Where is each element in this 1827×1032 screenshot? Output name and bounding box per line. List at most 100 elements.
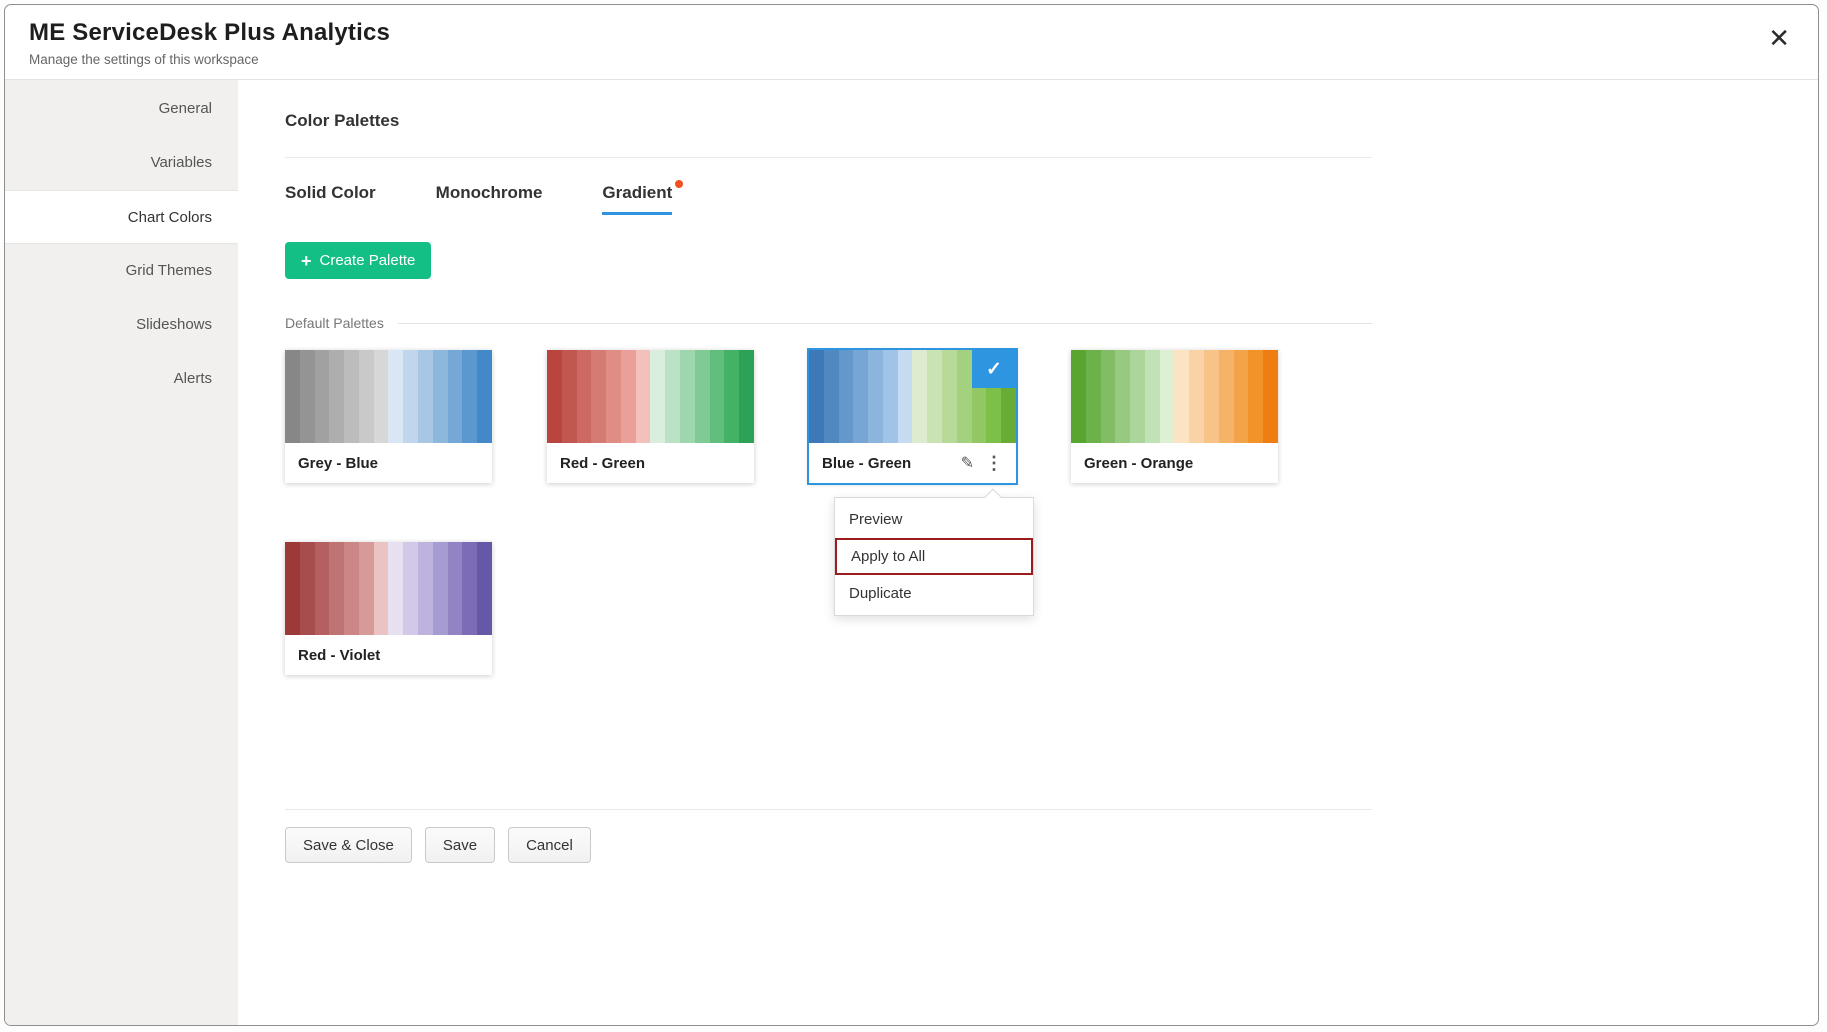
- color-stripe: [315, 350, 330, 443]
- color-stripe: [388, 350, 403, 443]
- palette-card-wrap: ✓Blue - Green✎⋮PreviewApply to AllDuplic…: [809, 350, 1016, 483]
- color-stripe: [1115, 350, 1130, 443]
- color-stripe: [418, 542, 433, 635]
- color-stripe: [1219, 350, 1234, 443]
- color-stripe: [477, 350, 492, 443]
- color-stripe: [329, 542, 344, 635]
- color-stripe: [374, 350, 389, 443]
- palette-type-tabs: Solid Color Monochrome Gradient: [285, 183, 1372, 215]
- menu-item-preview[interactable]: Preview: [835, 501, 1033, 538]
- default-palettes-label: Default Palettes: [285, 315, 384, 331]
- color-stripe: [1174, 350, 1189, 443]
- palette-card-blue-green[interactable]: ✓Blue - Green✎⋮: [809, 350, 1016, 483]
- color-stripe: [898, 350, 913, 443]
- tab-gradient[interactable]: Gradient: [602, 183, 672, 215]
- color-stripe: [591, 350, 606, 443]
- palette-label-row: Blue - Green✎⋮: [809, 443, 1016, 483]
- color-stripe: [739, 350, 754, 443]
- more-options-icon[interactable]: ⋮: [985, 453, 1003, 474]
- palette-card-wrap: Red - Violet: [285, 542, 492, 675]
- palette-card-red-green[interactable]: Red - Green: [547, 350, 754, 483]
- save-close-button[interactable]: Save & Close: [285, 827, 412, 863]
- color-stripe: [621, 350, 636, 443]
- color-stripe: [636, 350, 651, 443]
- color-stripe: [942, 350, 957, 443]
- color-stripe: [285, 350, 300, 443]
- color-stripe: [1204, 350, 1219, 443]
- sidebar-item-chart-colors[interactable]: Chart Colors: [5, 190, 238, 244]
- create-palette-button[interactable]: + Create Palette: [285, 242, 431, 279]
- sidebar: GeneralVariablesChart ColorsGrid ThemesS…: [5, 80, 238, 1025]
- palette-label-row: Red - Violet: [285, 635, 492, 675]
- tab-label: Gradient: [602, 183, 672, 202]
- color-stripe: [1145, 350, 1160, 443]
- palette-swatches: [547, 350, 754, 443]
- close-icon[interactable]: ✕: [1768, 25, 1790, 51]
- sidebar-item-grid-themes[interactable]: Grid Themes: [5, 244, 238, 298]
- sidebar-item-variables[interactable]: Variables: [5, 136, 238, 190]
- palette-name: Red - Green: [560, 455, 741, 472]
- color-stripe: [1086, 350, 1101, 443]
- tab-label: Solid Color: [285, 183, 376, 202]
- palette-name: Blue - Green: [822, 455, 961, 472]
- palette-card-red-violet[interactable]: Red - Violet: [285, 542, 492, 675]
- palette-label-row: Green - Orange: [1071, 443, 1278, 483]
- sidebar-item-slideshows[interactable]: Slideshows: [5, 298, 238, 352]
- color-stripe: [433, 350, 448, 443]
- color-stripe: [680, 350, 695, 443]
- palette-card-wrap: Grey - Blue: [285, 350, 492, 483]
- palette-label-row: Grey - Blue: [285, 443, 492, 483]
- palette-card-wrap: Red - Green: [547, 350, 754, 483]
- color-stripe: [1101, 350, 1116, 443]
- color-stripe: [650, 350, 665, 443]
- color-stripe: [957, 350, 972, 443]
- dialog-subtitle: Manage the settings of this workspace: [29, 52, 1794, 67]
- menu-item-duplicate[interactable]: Duplicate: [835, 575, 1033, 612]
- workspace-settings-dialog: ME ServiceDesk Plus Analytics Manage the…: [4, 4, 1819, 1026]
- color-stripe: [403, 350, 418, 443]
- dialog-body: GeneralVariablesChart ColorsGrid ThemesS…: [5, 80, 1818, 1025]
- color-stripe: [403, 542, 418, 635]
- color-stripe: [418, 350, 433, 443]
- unsaved-dot-icon: [675, 180, 683, 188]
- palette-actions: ✎⋮: [961, 453, 1003, 474]
- color-stripe: [1189, 350, 1204, 443]
- palette-context-menu: PreviewApply to AllDuplicate: [834, 497, 1034, 616]
- sidebar-item-general[interactable]: General: [5, 82, 238, 136]
- palette-card-green-orange[interactable]: Green - Orange: [1071, 350, 1278, 483]
- color-stripe: [359, 350, 374, 443]
- main-panel: Color Palettes Solid Color Monochrome Grad…: [238, 80, 1818, 1025]
- palette-swatches: [1071, 350, 1278, 443]
- color-stripe: [809, 350, 824, 443]
- page-title: Color Palettes: [285, 111, 1372, 131]
- palette-swatches: [285, 542, 492, 635]
- footer-divider: [285, 809, 1372, 810]
- title-divider: [285, 157, 1372, 158]
- palette-swatches: [285, 350, 492, 443]
- palette-grid: Grey - BlueRed - Green✓Blue - Green✎⋮Pre…: [285, 350, 1372, 675]
- create-palette-label: Create Palette: [320, 252, 416, 269]
- color-stripe: [710, 350, 725, 443]
- tab-solid-color[interactable]: Solid Color: [285, 183, 376, 215]
- footer-buttons: Save & Close Save Cancel: [285, 827, 1372, 863]
- edit-pencil-icon[interactable]: ✎: [961, 453, 974, 473]
- color-stripe: [315, 542, 330, 635]
- color-stripe: [374, 542, 389, 635]
- color-stripe: [344, 350, 359, 443]
- save-button[interactable]: Save: [425, 827, 495, 863]
- palette-name: Grey - Blue: [298, 455, 479, 472]
- color-stripe: [912, 350, 927, 443]
- plus-icon: +: [301, 252, 312, 270]
- palette-name: Red - Violet: [298, 647, 479, 664]
- color-stripe: [1234, 350, 1249, 443]
- cancel-button[interactable]: Cancel: [508, 827, 591, 863]
- color-stripe: [477, 542, 492, 635]
- menu-item-apply-to-all[interactable]: Apply to All: [835, 538, 1033, 575]
- palette-card-grey-blue[interactable]: Grey - Blue: [285, 350, 492, 483]
- dialog-header: ME ServiceDesk Plus Analytics Manage the…: [5, 5, 1818, 80]
- sidebar-item-alerts[interactable]: Alerts: [5, 352, 238, 406]
- palette-card-wrap: Green - Orange: [1071, 350, 1278, 483]
- tab-monochrome[interactable]: Monochrome: [436, 183, 543, 215]
- color-stripe: [1071, 350, 1086, 443]
- color-stripe: [462, 542, 477, 635]
